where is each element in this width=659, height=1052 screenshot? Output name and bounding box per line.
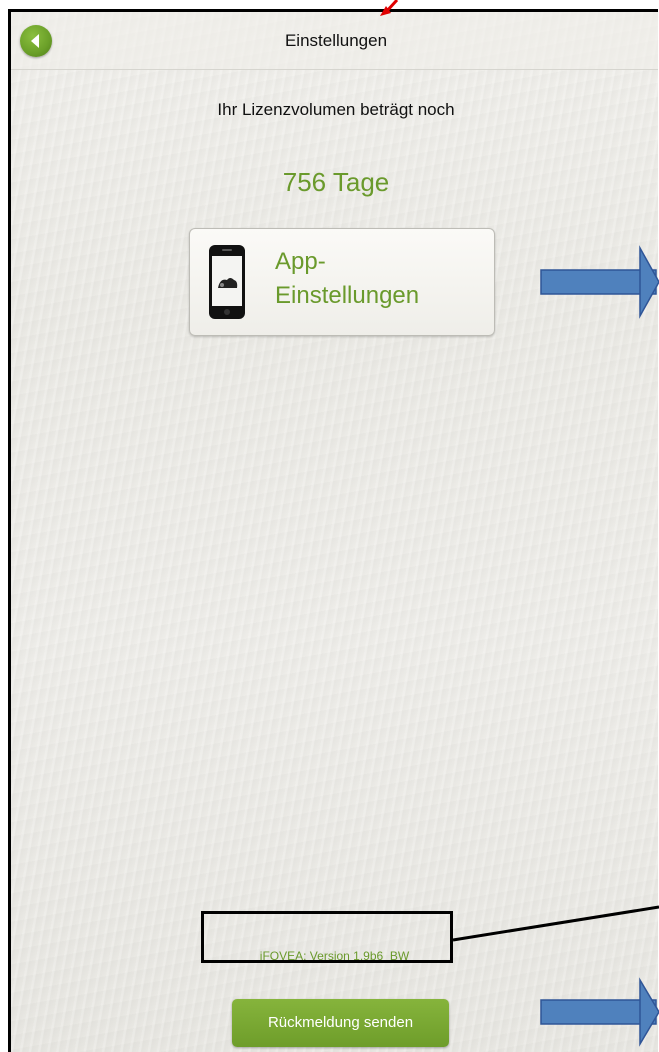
send-feedback-button[interactable]: Rückmeldung senden xyxy=(232,999,449,1047)
app-settings-label-line2: Einstellungen xyxy=(275,282,420,309)
license-volume-label: Ihr Lizenzvolumen beträgt noch xyxy=(217,100,455,119)
app-settings-button[interactable]: App- Einstellungen xyxy=(189,228,495,336)
smartphone-icon xyxy=(209,245,245,319)
version-highlight-box xyxy=(201,911,453,963)
app-screen: Einstellungen Ihr Lizenzvolumen beträgt … xyxy=(8,9,658,1052)
app-settings-label: App- Einstellungen xyxy=(275,245,475,313)
license-days-value: 756 Tage xyxy=(282,167,390,197)
app-settings-label-line1: App- xyxy=(275,248,326,275)
navigation-bar: Einstellungen xyxy=(11,12,658,70)
page-title: Einstellungen xyxy=(284,31,388,50)
